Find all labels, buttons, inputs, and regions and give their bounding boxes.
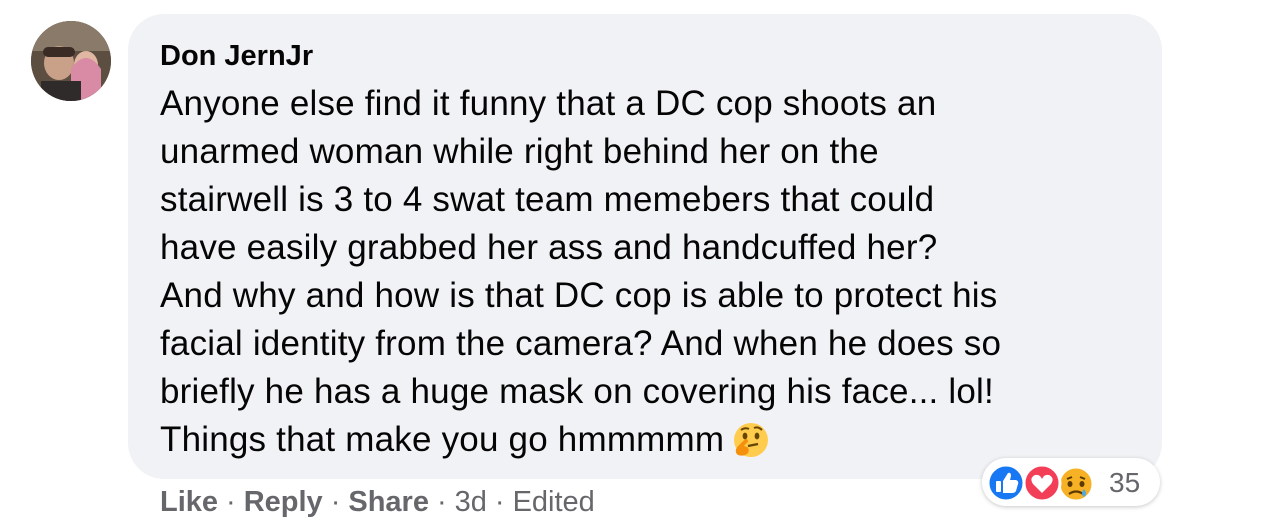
sad-icon (1057, 465, 1094, 502)
reactions-summary[interactable]: 35 (982, 458, 1160, 506)
reaction-count: 35 (1109, 467, 1141, 498)
share-link[interactable]: Share (348, 486, 429, 518)
avatar[interactable] (31, 21, 111, 101)
comment-text: Anyone else find it funny that a DC cop … (160, 80, 1150, 472)
separator-dot: · (436, 486, 447, 518)
like-icon (986, 463, 1026, 502)
comment-line: Anyone else find it funny that a DC cop … (160, 84, 937, 123)
comment-line: Things that make you go hmmmmm (160, 420, 725, 459)
comment-line: And why and how is that DC cop is able t… (160, 276, 998, 315)
reply-link[interactable]: Reply (244, 486, 323, 518)
avatar-photo (31, 21, 111, 101)
love-icon (1022, 463, 1062, 502)
timestamp-link[interactable]: 3d (455, 486, 487, 518)
separator-dot: · (226, 486, 236, 518)
reaction-icons (986, 463, 1094, 502)
separator-dot: · (494, 486, 505, 518)
separator-dot: · (330, 486, 341, 518)
comment-line: have easily grabbed her ass and handcuff… (160, 228, 938, 267)
comment-line: unarmed woman while right behind her on … (160, 132, 879, 171)
comment-line: facial identity from the camera? And whe… (160, 324, 1002, 363)
comment-line: stairwell is 3 to 4 swat team memebers t… (160, 180, 935, 219)
like-link[interactable]: Like (160, 486, 218, 518)
comment-bubble: Don JernJr Anyone else find it funny tha… (128, 14, 1162, 479)
comment-author[interactable]: Don JernJr (160, 40, 313, 73)
edited-label[interactable]: Edited (513, 486, 595, 518)
comment-actions: Like · Reply · Share · 3d · Edited (160, 486, 595, 519)
thinking-face-emoji (732, 421, 770, 472)
comment-line: briefly he has a huge mask on covering h… (160, 372, 994, 411)
